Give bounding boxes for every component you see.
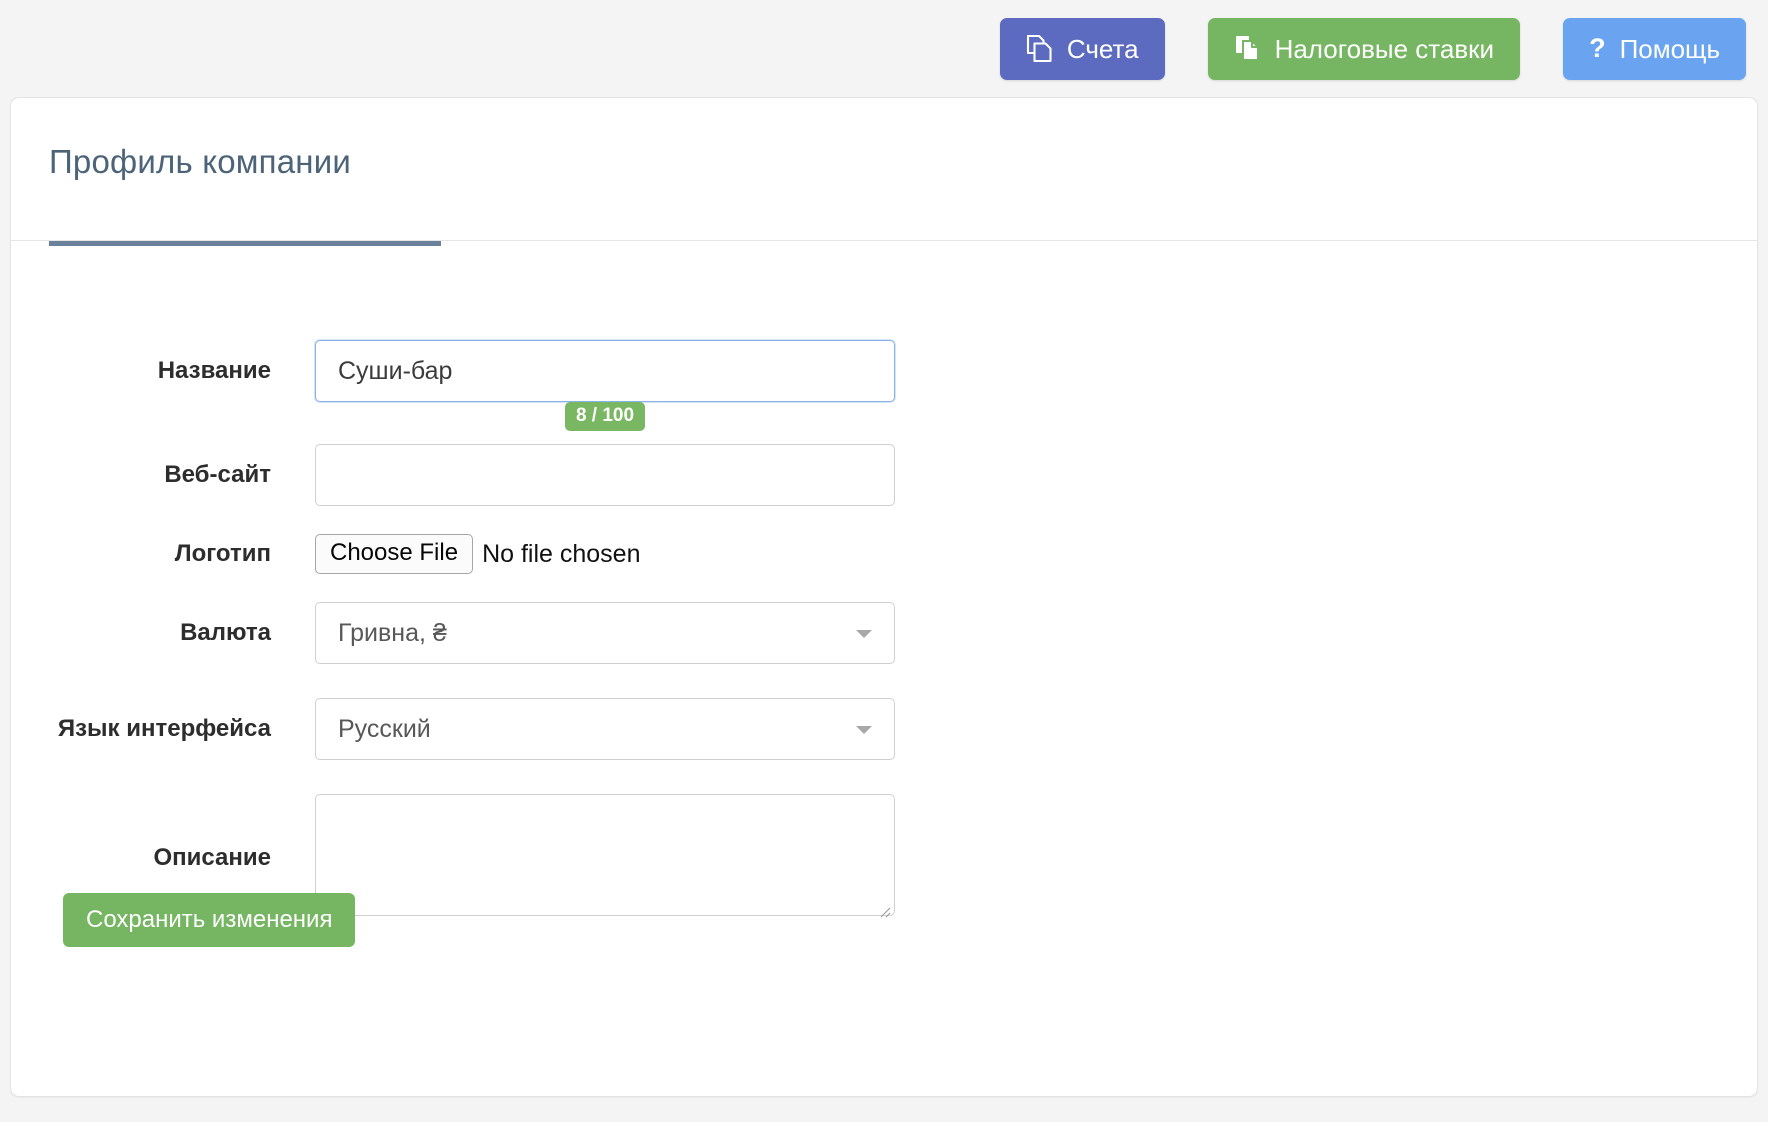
language-selected-value: Русский [338, 714, 431, 743]
currency-label: Валюта [180, 619, 271, 646]
currency-selected-value: Гривна, ₴ [338, 618, 447, 647]
description-control [315, 794, 895, 921]
help-button[interactable]: ? Помощь [1563, 17, 1746, 80]
page-title: Профиль компании [49, 143, 351, 180]
top-toolbar: Счета Налоговые ставки ? Помощь [0, 0, 1768, 97]
name-char-counter: 8 / 100 [564, 402, 646, 431]
tax-rates-button-label: Налоговые ставки [1274, 33, 1495, 64]
name-label: Название [157, 357, 271, 384]
name-counter-wrap: 8 / 100 [315, 402, 895, 431]
language-control: Русский [315, 698, 895, 760]
field-row-language: Язык интерфейса Русский [11, 698, 1757, 760]
company-profile-card: Профиль компании Название 8 / 100 Веб-са… [10, 97, 1758, 1097]
field-row-website: Веб-сайт [11, 444, 1757, 506]
field-row-name: Название 8 / 100 [11, 340, 1757, 431]
field-row-currency: Валюта Гривна, ₴ [11, 602, 1757, 664]
invoices-button-label: Счета [1066, 33, 1139, 64]
website-label: Веб-сайт [164, 461, 271, 488]
description-label: Описание [153, 843, 271, 871]
file-status-text: No file chosen [482, 539, 641, 568]
website-input[interactable] [315, 444, 895, 506]
description-textarea[interactable] [315, 794, 895, 916]
chevron-down-icon [856, 726, 872, 734]
logo-control: Choose File No file chosen [315, 534, 641, 574]
chevron-down-icon [856, 630, 872, 638]
logo-label: Логотип [174, 540, 271, 567]
help-button-label: Помощь [1619, 33, 1720, 64]
name-control [315, 340, 895, 402]
company-profile-form: Название 8 / 100 Веб-сайт Логотип Choose… [11, 258, 1757, 921]
invoices-button[interactable]: Счета [999, 17, 1165, 80]
currency-control: Гривна, ₴ [315, 602, 895, 664]
file-document-icon [1234, 34, 1261, 63]
active-tab-indicator [49, 241, 441, 246]
choose-file-button[interactable]: Choose File [315, 534, 474, 574]
tab-strip [11, 240, 1757, 246]
currency-select[interactable]: Гривна, ₴ [315, 602, 895, 664]
tax-rates-button[interactable]: Налоговые ставки [1207, 17, 1521, 80]
language-select[interactable]: Русский [315, 698, 895, 760]
file-input-row[interactable]: Choose File No file chosen [315, 534, 641, 574]
language-label: Язык интерфейса [57, 715, 271, 742]
save-button[interactable]: Сохранить изменения [63, 893, 356, 947]
website-control [315, 444, 895, 506]
copy-documents-icon [1026, 34, 1053, 63]
question-mark-icon: ? [1589, 33, 1606, 63]
name-input[interactable] [315, 340, 895, 402]
field-row-logo: Логотип Choose File No file chosen [11, 534, 1757, 574]
